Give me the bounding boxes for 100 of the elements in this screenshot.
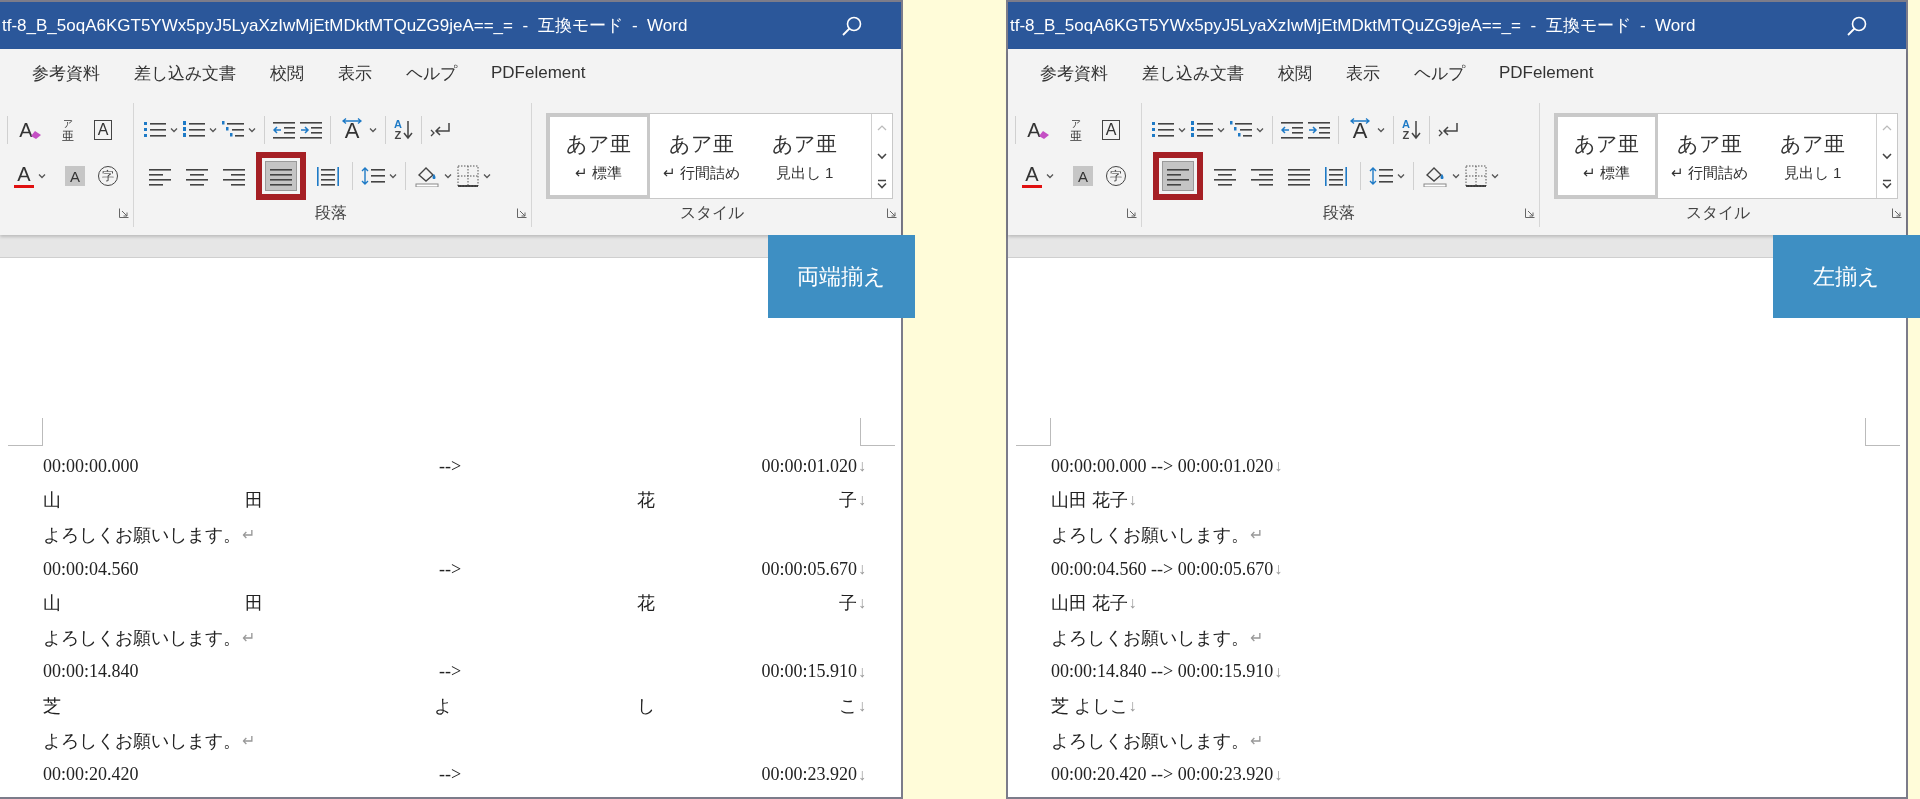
document-line: よろしくお願いします。 <box>1051 729 1249 753</box>
line-spacing-icon[interactable] <box>361 166 385 186</box>
document-line: 芝 よしこ <box>43 695 857 719</box>
paint-bucket-icon[interactable] <box>414 165 440 187</box>
paragraph-mark: ↵ <box>242 628 255 648</box>
style-item[interactable]: あア亜 ↵ 標準 <box>547 114 650 199</box>
ribbon-tab[interactable]: ヘルプ <box>1400 57 1479 89</box>
document-line: 00:00:20.420 --> 00:00:23.920 <box>43 764 857 786</box>
align-center-icon <box>1214 166 1236 186</box>
group-label: 段落 <box>1321 202 1356 223</box>
dialog-launcher-icon[interactable] <box>1892 208 1902 219</box>
dialog-launcher-icon[interactable] <box>887 208 897 219</box>
clear-formatting-button[interactable]: A <box>16 117 42 143</box>
bullet-list-icon[interactable] <box>1152 120 1174 140</box>
document-line: 芝 よしこ <box>1051 695 1128 719</box>
line-break-mark: ↓ <box>858 491 866 510</box>
dropdown-caret-icon[interactable] <box>209 127 217 133</box>
dialog-launcher-icon[interactable] <box>1525 208 1535 218</box>
ribbon-tab[interactable]: 校閲 <box>256 57 318 89</box>
dropdown-caret-icon[interactable] <box>1217 127 1225 133</box>
font-color-button[interactable]: A <box>1022 164 1042 188</box>
character-border-button[interactable]: A <box>94 120 112 140</box>
page-corner-mark <box>1016 418 1051 446</box>
decrease-indent-icon[interactable] <box>273 120 295 140</box>
ribbon-tab[interactable]: 表示 <box>324 57 386 89</box>
decrease-indent-icon[interactable] <box>1281 120 1303 140</box>
search-icon[interactable] <box>841 14 863 37</box>
ribbon-tab[interactable]: 参考資料 <box>1026 57 1122 89</box>
character-shading-button[interactable]: A <box>65 166 85 186</box>
dropdown-caret-icon[interactable] <box>1491 173 1499 179</box>
align-left-button[interactable] <box>1153 152 1203 200</box>
dropdown-caret-icon[interactable] <box>1452 173 1460 179</box>
ribbon-tab[interactable]: 参考資料 <box>18 57 114 89</box>
numbered-list-icon[interactable] <box>1191 120 1213 140</box>
dropdown-caret-icon[interactable] <box>389 173 397 179</box>
multilevel-list-icon[interactable] <box>222 120 244 140</box>
phonetic-guide-button[interactable]: ア 亜 <box>1065 118 1087 142</box>
increase-indent-icon[interactable] <box>300 120 322 140</box>
ribbon-tab[interactable]: 差し込み文書 <box>1128 57 1258 89</box>
line-break-mark: ↓ <box>858 697 866 716</box>
ribbon-tab[interactable]: ヘルプ <box>392 57 471 89</box>
clear-formatting-button[interactable]: A <box>1024 117 1050 143</box>
line-break-mark: ↓ <box>858 457 866 476</box>
asian-layout-button[interactable]: A <box>1347 115 1373 145</box>
border-grid-icon[interactable] <box>1465 165 1487 187</box>
paint-bucket-icon[interactable] <box>1422 165 1448 187</box>
document-line: 00:00:00.000 --> 00:00:01.020 <box>1051 455 1274 477</box>
increase-indent-icon[interactable] <box>1308 120 1330 140</box>
dropdown-caret-icon[interactable] <box>1256 127 1264 133</box>
paragraph-mark: ↵ <box>242 731 255 750</box>
justify-icon <box>1288 166 1310 186</box>
ribbon-tab[interactable]: PDFelement <box>1485 59 1608 87</box>
dropdown-caret-icon[interactable] <box>1377 127 1385 133</box>
double-arrow-icon <box>1349 118 1371 124</box>
sort-button[interactable]: A Z <box>1402 119 1421 141</box>
dropdown-caret-icon[interactable] <box>38 173 46 179</box>
line-break-mark: ↓ <box>1274 560 1283 579</box>
line-break-mark: ↓ <box>1128 594 1137 613</box>
character-shading-button[interactable]: A <box>1073 166 1093 186</box>
dropdown-caret-icon[interactable] <box>369 127 377 133</box>
ribbon-tab[interactable]: PDFelement <box>477 59 600 87</box>
page-corner-mark <box>8 418 43 446</box>
dialog-launcher-icon[interactable] <box>1127 208 1137 218</box>
justify-button[interactable] <box>256 152 306 200</box>
search-icon[interactable] <box>1846 14 1868 37</box>
style-item[interactable]: あア亜 ↵ 標準 <box>1555 114 1658 199</box>
ribbon-tab[interactable]: 差し込み文書 <box>120 57 250 89</box>
line-break-mark: ↓ <box>858 594 866 613</box>
ribbon-tab[interactable]: 校閲 <box>1264 57 1326 89</box>
border-grid-icon[interactable] <box>457 165 479 187</box>
dialog-launcher-icon[interactable] <box>119 208 129 218</box>
dialog-launcher-icon[interactable] <box>517 208 527 218</box>
font-color-button[interactable]: A <box>14 164 34 188</box>
line-break-mark: ↓ <box>858 662 866 681</box>
numbered-list-icon[interactable] <box>183 120 205 140</box>
ribbon-tab[interactable]: 表示 <box>1332 57 1394 89</box>
dropdown-caret-icon[interactable] <box>1397 173 1405 179</box>
double-arrow-icon <box>341 118 363 124</box>
dropdown-caret-icon[interactable] <box>248 127 256 133</box>
document-line: 山田 花子 <box>43 489 857 513</box>
multilevel-list-icon[interactable] <box>1230 120 1252 140</box>
paragraph-mark: ↵ <box>1250 628 1263 648</box>
line-break-mark: ↓ <box>1128 491 1137 510</box>
dropdown-caret-icon[interactable] <box>444 173 452 179</box>
character-border-button[interactable]: A <box>1102 120 1120 140</box>
caption-label: 左揃え <box>1773 235 1920 318</box>
dropdown-caret-icon[interactable] <box>1046 173 1054 179</box>
bullet-list-icon[interactable] <box>144 120 166 140</box>
return-arrow-icon[interactable] <box>1437 121 1460 139</box>
dropdown-caret-icon[interactable] <box>483 173 491 179</box>
dropdown-caret-icon[interactable] <box>170 127 178 133</box>
asian-layout-button[interactable]: A <box>339 115 365 145</box>
return-arrow-icon[interactable] <box>429 121 452 139</box>
line-break-mark: ↓ <box>858 560 866 579</box>
align-left-icon <box>149 166 171 186</box>
phonetic-guide-button[interactable]: ア 亜 <box>57 118 79 142</box>
paragraph-mark: ↵ <box>1250 731 1263 750</box>
dropdown-caret-icon[interactable] <box>1178 127 1186 133</box>
sort-button[interactable]: A Z <box>394 119 413 141</box>
line-spacing-icon[interactable] <box>1369 166 1393 186</box>
